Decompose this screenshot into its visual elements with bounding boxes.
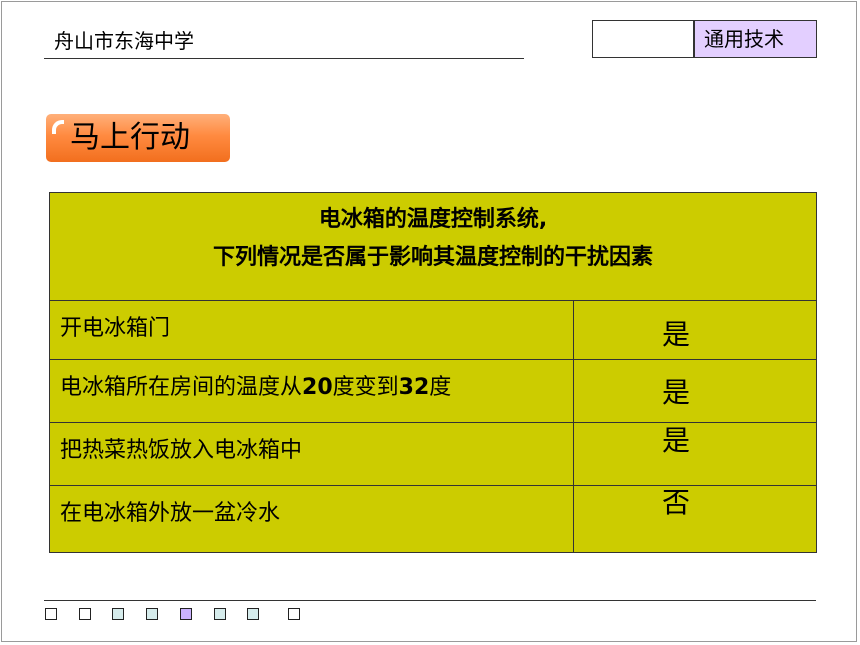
school-name: 舟山市东海中学 bbox=[54, 29, 194, 53]
table-row: 电冰箱所在房间的温度从20度变到32度 bbox=[50, 360, 816, 423]
question-table: 电冰箱的温度控制系统, 下列情况是否属于影响其温度控制的干扰因素 开电冰箱门 电… bbox=[49, 192, 817, 553]
header-blank-box bbox=[592, 20, 694, 58]
row-label: 在电冰箱外放一盆冷水 bbox=[60, 501, 281, 526]
column-divider bbox=[573, 301, 574, 553]
nav-square-icon[interactable] bbox=[180, 608, 192, 620]
badge-label: 马上行动 bbox=[70, 120, 190, 155]
subject-label: 通用技术 bbox=[694, 20, 817, 58]
nav-square-icon[interactable] bbox=[79, 608, 91, 620]
table-row: 把热菜热饭放入电冰箱中 bbox=[50, 423, 816, 486]
nav-square-icon[interactable] bbox=[45, 608, 57, 620]
answer-cell: 是 bbox=[662, 318, 691, 351]
footer-divider bbox=[44, 600, 816, 601]
nav-square-icon[interactable] bbox=[288, 608, 300, 620]
answer-cell: 是 bbox=[662, 424, 691, 457]
nav-square-icon[interactable] bbox=[214, 608, 226, 620]
header-divider bbox=[44, 58, 524, 59]
row-label: 电冰箱所在房间的温度从20度变到32度 bbox=[60, 375, 452, 400]
question-line-2: 下列情况是否属于影响其温度控制的干扰因素 bbox=[212, 245, 653, 270]
nav-square-icon[interactable] bbox=[247, 608, 259, 620]
question-header: 电冰箱的温度控制系统, 下列情况是否属于影响其温度控制的干扰因素 bbox=[50, 193, 816, 301]
action-badge: 马上行动 bbox=[46, 114, 230, 162]
question-line-1: 电冰箱的温度控制系统, bbox=[318, 207, 548, 232]
nav-square-icon[interactable] bbox=[112, 608, 124, 620]
answer-cell: 否 bbox=[662, 486, 691, 519]
row-label: 把热菜热饭放入电冰箱中 bbox=[60, 438, 303, 463]
nav-square-icon[interactable] bbox=[146, 608, 158, 620]
row-label: 开电冰箱门 bbox=[60, 316, 171, 341]
badge-corner-icon bbox=[52, 120, 64, 134]
table-row: 在电冰箱外放一盆冷水 bbox=[50, 486, 816, 553]
answer-cell: 是 bbox=[662, 376, 691, 409]
table-row: 开电冰箱门 bbox=[50, 301, 816, 360]
